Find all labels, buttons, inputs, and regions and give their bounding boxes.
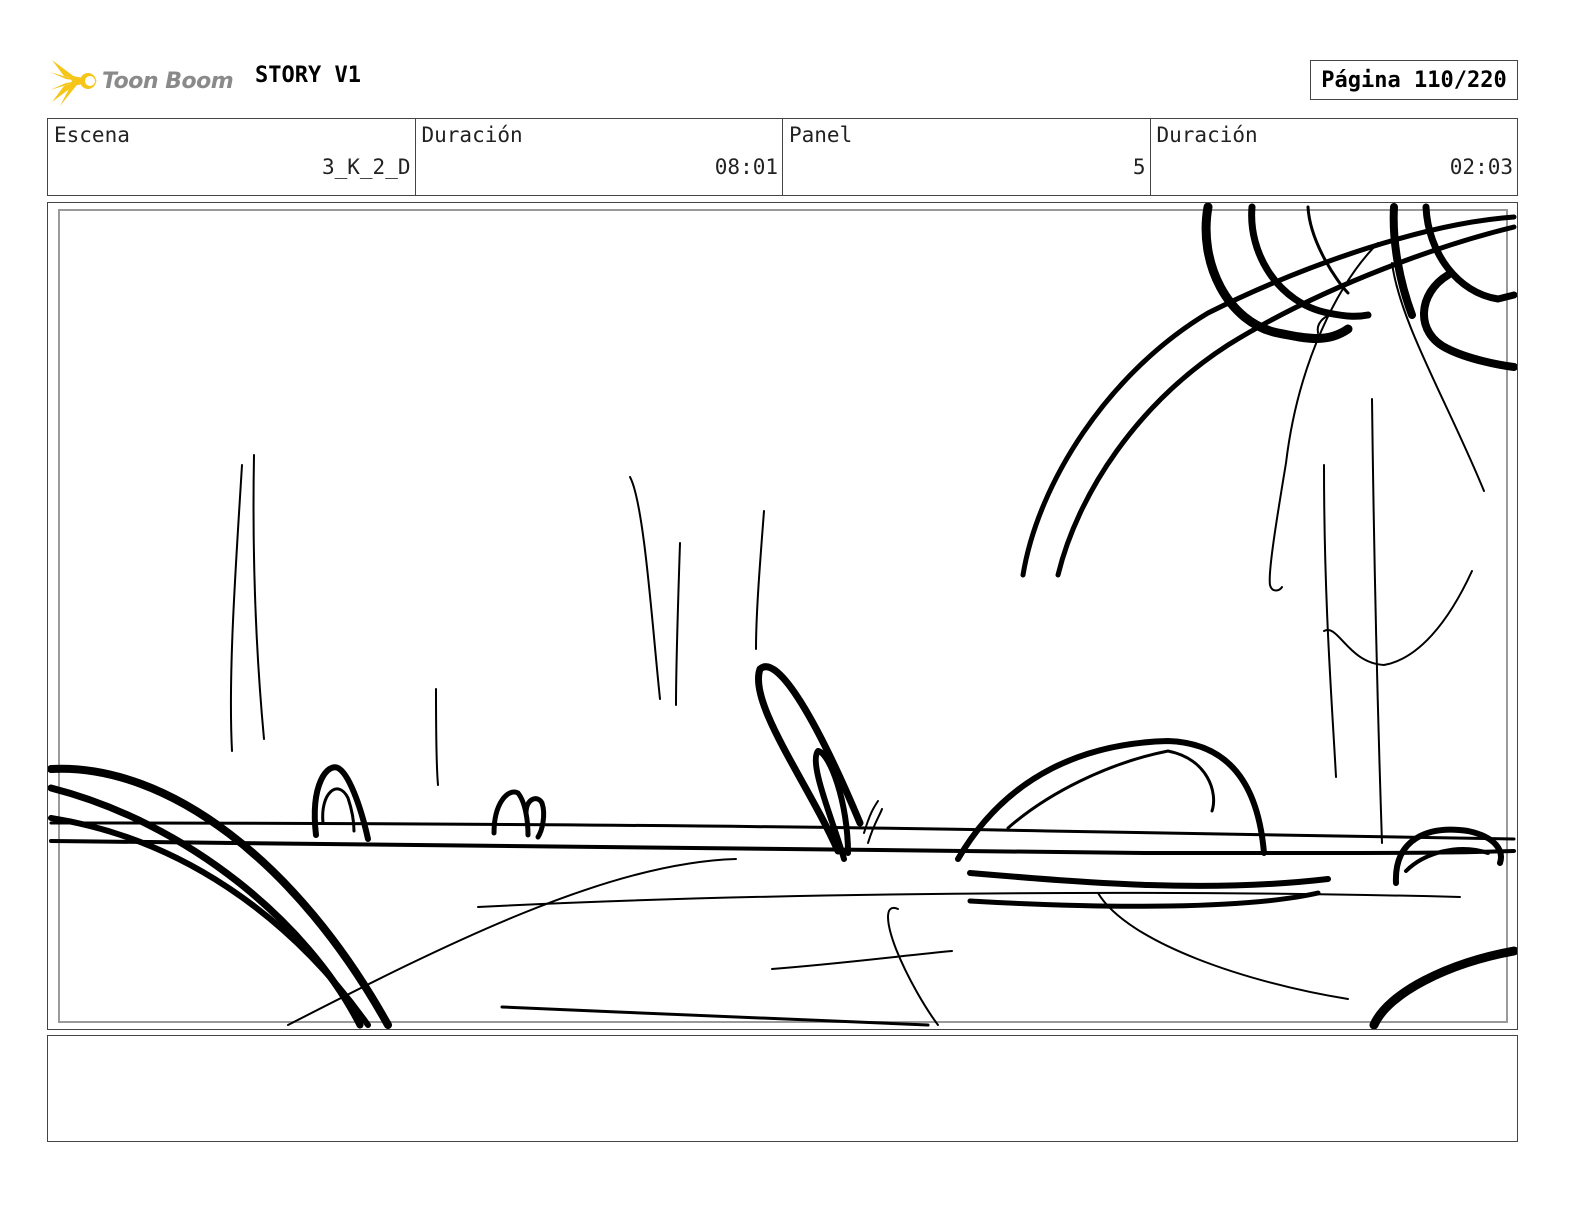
dome-outer	[955, 738, 1267, 862]
vertical-stroke-6	[755, 510, 765, 650]
page-indicator: Página 110/220	[1310, 60, 1518, 100]
small-arch-2	[491, 789, 531, 838]
notes-box	[47, 1035, 1518, 1142]
vertical-stroke-2	[252, 454, 265, 740]
palm-frond-3	[1306, 205, 1350, 295]
horizon-line-upper	[49, 821, 1516, 841]
trunk-line-3	[1323, 464, 1337, 778]
vertical-stroke-3	[435, 688, 439, 786]
cross-vertical	[887, 906, 939, 1026]
bottom-right-arc	[1369, 946, 1517, 1029]
panel-duration-cell: Duración 02:03	[1151, 119, 1518, 195]
ground-diagonal	[287, 858, 737, 1026]
panel-duration-value: 02:03	[1449, 155, 1513, 179]
small-arch-1	[311, 764, 371, 842]
toon-boom-logo: Toon Boom	[50, 54, 240, 108]
cross-horizontal	[771, 950, 953, 970]
vertical-stroke-5	[675, 542, 681, 706]
trunk-curve	[1323, 570, 1473, 666]
dome-inner	[1006, 749, 1216, 830]
trunk-line-4	[1371, 398, 1383, 844]
info-row: Escena 3_K_2_D Duración 08:01 Panel 5 Du…	[47, 118, 1518, 196]
story-title: STORY V1	[255, 63, 361, 88]
panel-label: Panel	[789, 123, 853, 147]
panel-value: 5	[1132, 155, 1146, 179]
scene-value: 3_K_2_D	[321, 155, 411, 179]
scene-duration-label: Duración	[421, 123, 523, 147]
scene-duration-cell: Duración 08:01	[416, 119, 783, 195]
sunburst-icon	[50, 60, 98, 106]
scene-duration-value: 08:01	[714, 155, 778, 179]
shadow-stroke-1	[967, 870, 1331, 889]
panel-duration-label: Duración	[1156, 123, 1258, 147]
shadow-stroke-2	[967, 890, 1321, 909]
right-sweep-line	[1097, 892, 1349, 1000]
vertical-stroke-4	[629, 476, 661, 700]
logo-text: Toon Boom	[102, 68, 234, 94]
panel-sketch	[48, 203, 1517, 1029]
horizon-line-lower	[49, 839, 1516, 855]
panel-cell: Panel 5	[783, 119, 1151, 195]
scene-cell: Escena 3_K_2_D	[48, 119, 416, 195]
storyboard-panel	[47, 202, 1518, 1030]
central-leaf-tuft	[863, 800, 883, 844]
vertical-stroke-1	[229, 464, 243, 752]
scene-label: Escena	[54, 123, 130, 147]
